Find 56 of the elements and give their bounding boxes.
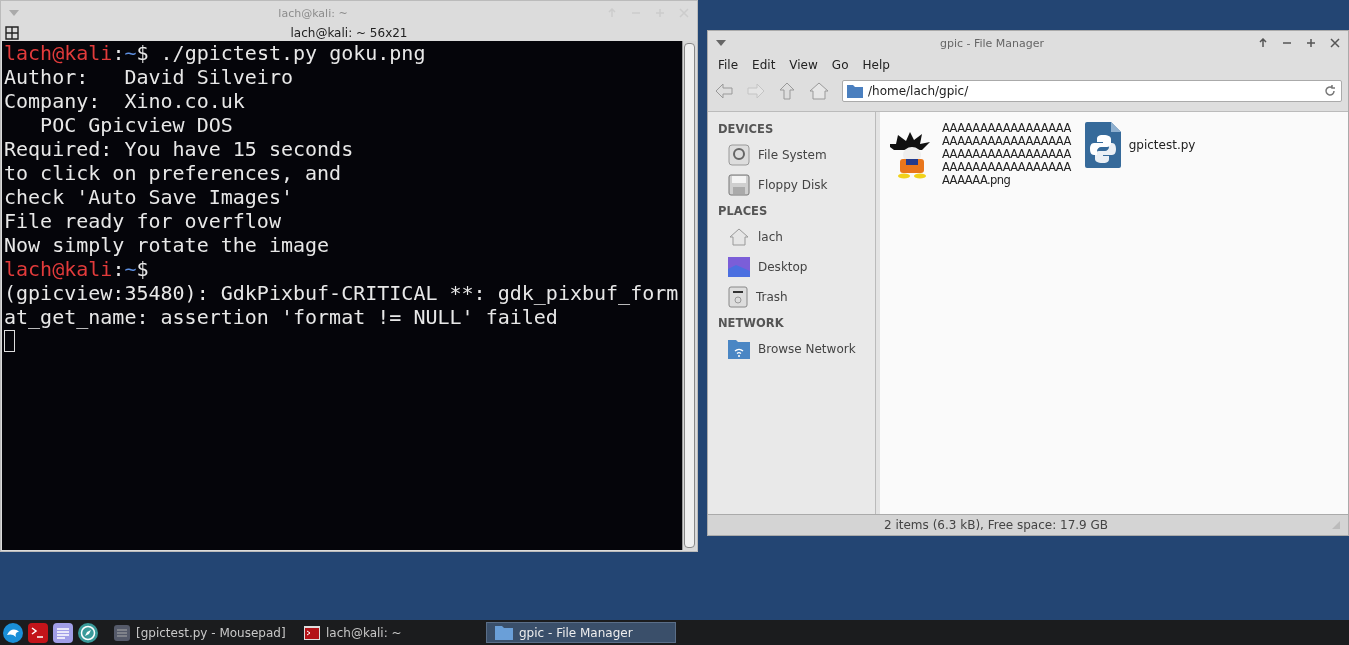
sidebar-item[interactable]: lach [718, 222, 875, 252]
file-entry[interactable]: gpictest.py [1084, 122, 1196, 168]
file-name: gpictest.py [1128, 138, 1196, 152]
file-entry[interactable]: AAAAAAAAAAAAAAAAA AAAAAAAAAAAAAAAAA AAAAAAAAAAAAAAAAA AAAAAAAAAAAAAAAAA AAAAAA.png [890, 122, 1071, 187]
home-icon[interactable] [808, 81, 830, 101]
file-name: AAAAAAAAAAAAAAAAA [942, 122, 1071, 135]
status-text: 2 items (6.3 kB), Free space: 17.9 GB [884, 518, 1109, 532]
menu-icon[interactable] [716, 40, 726, 46]
text-editor-icon [114, 624, 130, 641]
folder-icon [847, 84, 863, 98]
home-icon [728, 227, 750, 247]
sidebar-item[interactable]: Floppy Disk [718, 170, 875, 200]
section-heading: DEVICES [718, 121, 775, 138]
menu-item[interactable]: File [711, 58, 746, 72]
desktop-icon [728, 257, 750, 277]
close-icon[interactable] [1330, 38, 1340, 48]
floppy-icon [728, 174, 750, 196]
taskbar-item[interactable]: lach@kali: ~ [296, 622, 486, 643]
file-name: AAAAAA.png [942, 174, 1012, 187]
section-heading: PLACES [718, 203, 769, 220]
terminal-output: lach@kali:~$ ./gpictest.py goku.png Author: David Silveiro Company: Xino.co.uk POC Gpicview DOS Required: You have 15 seconds to click on preferences, and check 'Auto Save Images' File ready for overflow Now simply rotate the image lach@kali:~$ (gpicview:35480): GdkPixbuf-CRITICAL **: gdk_pixbuf_form at_get_name: assertion 'format != NULL' failed [2, 41, 682, 550]
tabs-icon[interactable] [5, 26, 19, 40]
sidebar-item[interactable]: File System [718, 140, 875, 170]
terminal-icon [304, 625, 320, 640]
menu-item[interactable]: Go [824, 58, 856, 72]
resize-grip-icon[interactable] [1332, 521, 1340, 529]
text-editor-icon[interactable] [53, 622, 73, 643]
file-name: AAAAAAAAAAAAAAAAA [942, 161, 1071, 174]
terminal-title: lach@kali: ~ 56x21 [290, 26, 409, 40]
window-title: lach@kali: ~ [277, 6, 349, 20]
reload-icon[interactable] [1323, 84, 1337, 98]
file-name: AAAAAAAAAAAAAAAAA [942, 135, 1071, 148]
back-icon[interactable] [714, 82, 734, 100]
sidebar-item[interactable]: Trash [718, 282, 875, 312]
compass-icon[interactable] [78, 622, 98, 643]
taskbar-item[interactable]: [gpictest.py - Mousepad] [106, 622, 296, 643]
up-icon[interactable] [778, 81, 796, 101]
location-field[interactable]: /home/lach/gpic/ [842, 80, 1342, 102]
terminal-icon[interactable] [28, 622, 48, 643]
sidebar-item[interactable]: Desktop [718, 252, 875, 282]
menu-item[interactable]: Help [855, 58, 897, 72]
folder-icon [495, 625, 513, 640]
section-heading: NETWORK [718, 315, 785, 332]
sidebar-item[interactable]: Browse Network [718, 334, 875, 364]
python-file-icon [1084, 122, 1121, 168]
window-title: gpic - File Manager [938, 36, 1046, 50]
file-name: AAAAAAAAAAAAAAAAA [942, 148, 1071, 161]
maximize-icon[interactable] [1306, 38, 1316, 48]
taskbar-item[interactable]: gpic - File Manager [486, 622, 676, 643]
network-folder-icon [728, 339, 750, 359]
text-cursor [4, 330, 15, 352]
move-up-icon[interactable] [1258, 38, 1268, 48]
menu-item[interactable]: View [782, 58, 825, 72]
menu-item[interactable]: Edit [745, 58, 783, 72]
scrollbar[interactable] [682, 41, 696, 550]
trash-icon [728, 286, 748, 308]
